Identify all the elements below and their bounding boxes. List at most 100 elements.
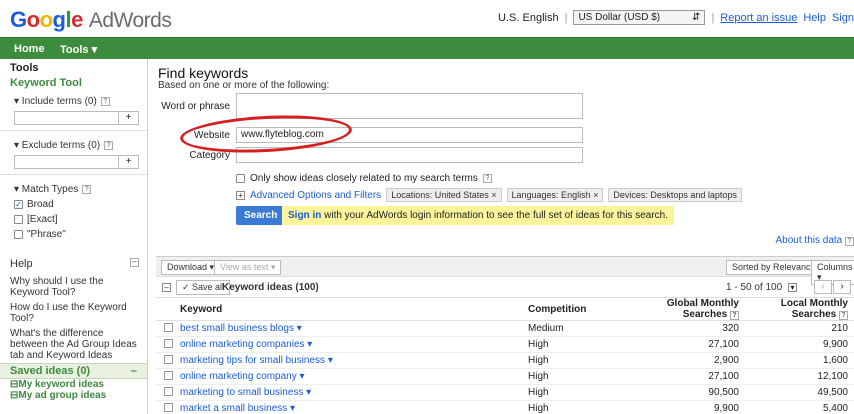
sign-in-notice: Sign in with your AdWords login informat… xyxy=(282,206,675,225)
tree-my-ad-group-ideas[interactable]: ⊟My ad group ideas xyxy=(0,390,147,401)
nav-tools-menu[interactable]: Tools ▾ xyxy=(60,43,97,56)
table-row[interactable]: marketing tips for small business ▾ High… xyxy=(156,352,854,369)
match-phrase-row[interactable]: "Phrase" xyxy=(0,227,147,242)
help-icon[interactable]: ? xyxy=(482,174,492,183)
help-icon[interactable]: ? xyxy=(845,237,854,246)
local-searches-cell: 210 xyxy=(745,320,854,337)
expand-icon[interactable]: + xyxy=(236,190,245,200)
global-searches-cell: 90,500 xyxy=(630,384,745,401)
row-checkbox[interactable] xyxy=(163,338,173,348)
collapse-icon[interactable]: – xyxy=(131,365,137,377)
sign-in-notice-link[interactable]: Sign in xyxy=(288,210,321,221)
table-row[interactable]: market a small business ▾ High 9,900 5,4… xyxy=(156,400,854,414)
exclude-terms-input-group: + xyxy=(14,155,139,169)
match-exact-row[interactable]: [Exact] xyxy=(0,212,147,227)
include-terms-toggle[interactable]: ▾ Include terms (0) ? xyxy=(0,92,147,109)
tree-my-keyword-ideas[interactable]: ⊟My keyword ideas xyxy=(0,379,147,390)
help-icon[interactable]: ? xyxy=(100,97,110,106)
page-menu-icon[interactable]: ▾ xyxy=(788,283,797,292)
table-row[interactable]: best small business blogs ▾ Medium 320 2… xyxy=(156,320,854,337)
global-searches-cell: 9,900 xyxy=(630,400,745,414)
exclude-terms-add-button[interactable]: + xyxy=(119,155,139,169)
keyword-cell[interactable]: marketing tips for small business ▾ xyxy=(180,352,528,369)
row-checkbox[interactable] xyxy=(163,322,173,332)
header-links: U.S. English | US Dollar (USD $) ⇵ | Rep… xyxy=(498,10,854,25)
help-question-3[interactable]: What's the difference between the Ad Gro… xyxy=(0,326,147,363)
nav-home[interactable]: Home xyxy=(14,43,45,55)
view-as-text-button[interactable]: View as text ▾ xyxy=(214,260,282,275)
page-subtitle: Based on one or more of the following: xyxy=(158,80,330,91)
help-icon[interactable]: ? xyxy=(839,311,848,320)
language-label[interactable]: U.S. English xyxy=(498,12,559,24)
table-row[interactable]: marketing to small business ▾ High 90,50… xyxy=(156,384,854,401)
checkbox-icon[interactable] xyxy=(14,215,23,224)
only-show-row: Only show ideas closely related to my se… xyxy=(236,173,492,184)
sidebar-keyword-tool[interactable]: Keyword Tool xyxy=(0,74,147,92)
app-header: Google AdWords U.S. English | US Dollar (… xyxy=(0,0,854,36)
currency-select[interactable]: US Dollar (USD $) ⇵ xyxy=(573,10,706,25)
select-arrow-icon: ⇵ xyxy=(692,12,701,23)
advanced-options-link[interactable]: Advanced Options and Filters xyxy=(250,190,381,201)
collapse-icon[interactable]: – xyxy=(130,258,139,267)
global-searches-cell: 320 xyxy=(630,320,745,337)
exclude-terms-input[interactable] xyxy=(14,155,119,169)
exclude-terms-toggle[interactable]: ▾ Exclude terms (0) ? xyxy=(0,136,147,153)
keyword-cell[interactable]: market a small business ▾ xyxy=(180,400,528,414)
help-icon[interactable]: ? xyxy=(730,311,739,320)
match-types-label: ▾ Match Types xyxy=(14,184,79,195)
global-searches-cell: 27,100 xyxy=(630,368,745,385)
saved-ideas-header: Saved ideas (0) – xyxy=(0,363,147,379)
about-data-link[interactable]: About this data ? xyxy=(776,235,854,246)
exclude-terms-label: ▾ Exclude terms (0) xyxy=(14,140,101,151)
help-link[interactable]: Help xyxy=(803,12,826,24)
global-searches-cell: 2,900 xyxy=(630,352,745,369)
collapse-icon[interactable]: – xyxy=(162,283,171,292)
col-local-searches[interactable]: Local Monthly Searches ? xyxy=(745,298,854,321)
checkbox-checked-icon[interactable]: ✓ xyxy=(14,200,23,209)
match-broad-row[interactable]: ✓ Broad xyxy=(0,197,147,212)
table-row[interactable]: online marketing company ▾ High 27,100 1… xyxy=(156,368,854,385)
checkbox-icon[interactable] xyxy=(14,230,23,239)
match-phrase-label: "Phrase" xyxy=(27,229,66,240)
about-data-label: About this data xyxy=(775,235,843,246)
include-terms-add-button[interactable]: + xyxy=(119,111,139,125)
keyword-cell[interactable]: best small business blogs ▾ xyxy=(180,320,528,337)
google-adwords-logo[interactable]: Google AdWords xyxy=(10,7,172,33)
pagination-label: 1 - 50 of 100 xyxy=(726,282,783,293)
sign-in-link[interactable]: Sign xyxy=(832,12,854,24)
help-question-2[interactable]: How do I use the Keyword Tool? xyxy=(0,300,147,326)
prev-page-button[interactable]: ‹ xyxy=(814,280,832,294)
keyword-cell[interactable]: online marketing company ▾ xyxy=(180,368,528,385)
word-phrase-row: Word or phrase xyxy=(148,93,583,119)
help-icon[interactable]: ? xyxy=(104,141,114,150)
include-terms-input[interactable] xyxy=(14,111,119,125)
col-competition[interactable]: Competition xyxy=(528,298,630,321)
row-checkbox[interactable] xyxy=(163,354,173,364)
help-title: Help xyxy=(10,258,33,270)
table-row[interactable]: online marketing companies ▾ High 27,100… xyxy=(156,336,854,353)
keyword-cell[interactable]: online marketing companies ▾ xyxy=(180,336,528,353)
table-header-row: Keyword Competition Global Monthly Searc… xyxy=(156,298,854,321)
row-checkbox[interactable] xyxy=(163,370,173,380)
location-filter-chip[interactable]: Locations: United States × xyxy=(386,188,502,202)
saved-ideas-label: Saved ideas (0) xyxy=(10,365,91,377)
devices-filter-chip[interactable]: Devices: Desktops and laptops xyxy=(608,188,742,202)
help-question-1[interactable]: Why should I use the Keyword Tool? xyxy=(0,274,147,300)
keyword-cell[interactable]: marketing to small business ▾ xyxy=(180,384,528,401)
row-checkbox[interactable] xyxy=(163,386,173,396)
next-page-button[interactable]: › xyxy=(833,280,851,294)
col-global-searches[interactable]: Global Monthly Searches ? xyxy=(630,298,745,321)
search-button[interactable]: Search xyxy=(236,206,286,225)
help-icon[interactable]: ? xyxy=(82,185,92,194)
competition-cell: High xyxy=(528,336,630,353)
report-issue-link[interactable]: Report an issue xyxy=(720,12,797,24)
include-terms-input-group: + xyxy=(14,111,139,125)
download-button[interactable]: Download ▾ xyxy=(161,260,221,275)
language-filter-chip[interactable]: Languages: English × xyxy=(506,188,604,202)
col-keyword[interactable]: Keyword xyxy=(180,298,528,321)
competition-cell: High xyxy=(528,384,630,401)
row-checkbox[interactable] xyxy=(163,402,173,412)
global-searches-cell: 27,100 xyxy=(630,336,745,353)
match-types-toggle[interactable]: ▾ Match Types ? xyxy=(0,180,147,197)
checkbox-icon[interactable] xyxy=(236,174,245,183)
